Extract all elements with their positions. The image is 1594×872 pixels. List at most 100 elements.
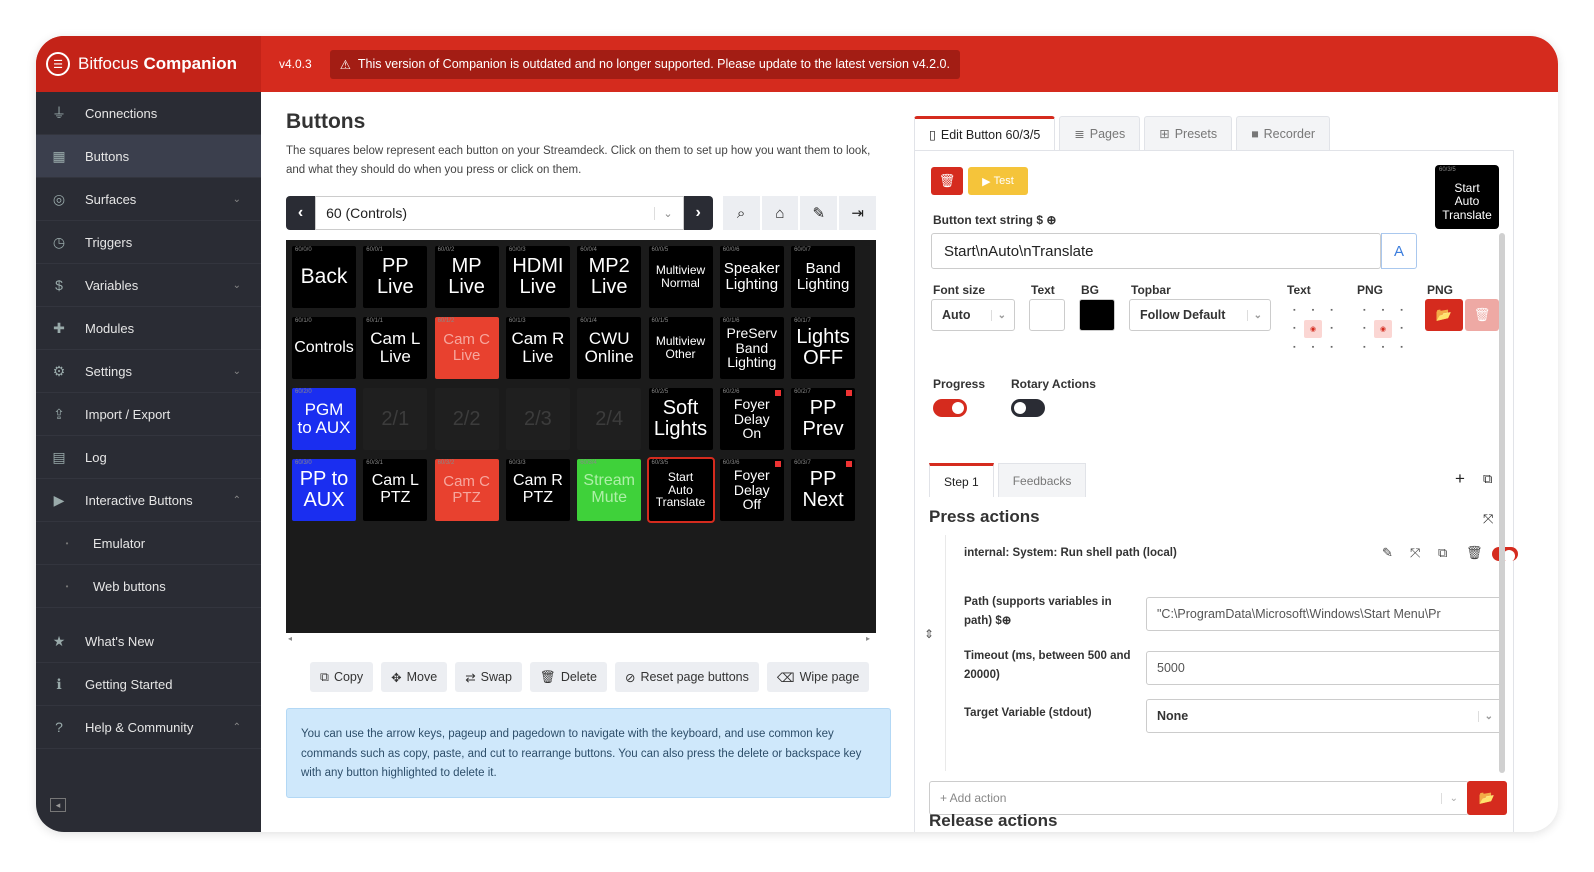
- align-cell[interactable]: ▪: [1322, 338, 1341, 357]
- horizontal-scrollbar[interactable]: ◂ ▸: [286, 634, 876, 644]
- copy-button[interactable]: ⧉ Copy: [310, 662, 374, 692]
- align-cell[interactable]: ◉: [1303, 319, 1323, 339]
- grid-button[interactable]: 60/3/4 Stream Mute: [577, 459, 642, 521]
- tab-step-1[interactable]: Step 1: [929, 463, 994, 497]
- grid-button[interactable]: 60/1/1 Cam L Live: [363, 317, 428, 379]
- align-cell[interactable]: ▪: [1374, 338, 1393, 357]
- move-button[interactable]: ✥ Move: [381, 662, 448, 692]
- delete-button[interactable]: 🗑: [931, 167, 963, 195]
- grid-button[interactable]: 2/2: [434, 388, 499, 450]
- tab-presets[interactable]: ⊞ Presets: [1144, 116, 1233, 150]
- button-text-input[interactable]: Start\nAuto\nTranslate: [931, 233, 1381, 269]
- grid-button[interactable]: 2/3: [505, 388, 570, 450]
- sidebar-item-connections[interactable]: ⏚ Connections: [36, 92, 261, 135]
- align-cell[interactable]: ▪: [1285, 301, 1304, 320]
- align-cell[interactable]: ▪: [1392, 320, 1411, 339]
- grid-button[interactable]: 60/1/0 Controls: [292, 317, 356, 379]
- home-button[interactable]: ⌂: [761, 196, 799, 230]
- align-cell[interactable]: ▪: [1392, 301, 1411, 320]
- align-cell[interactable]: ▪: [1355, 320, 1374, 339]
- topbar-select[interactable]: Follow Default ⌄: [1129, 299, 1271, 331]
- text-alignment-grid[interactable]: ▪ ▪ ▪ ▪ ◉ ▪ ▪ ▪ ▪: [1285, 301, 1341, 357]
- brand[interactable]: ☰ Bitfocus Companion: [36, 36, 261, 92]
- align-cell[interactable]: ▪: [1355, 301, 1374, 320]
- png-upload-button[interactable]: 📂: [1425, 299, 1463, 331]
- grid-button[interactable]: 60/3/3 Cam R PTZ: [505, 459, 570, 521]
- sidebar-item-modules[interactable]: ✚ Modules: [36, 307, 261, 350]
- sidebar-item-import-export[interactable]: ⇪ Import / Export: [36, 393, 261, 436]
- grid-button[interactable]: 60/1/3 Cam R Live: [505, 317, 570, 379]
- sidebar-item-web-buttons[interactable]: • Web buttons: [36, 565, 261, 608]
- sidebar-item-variables[interactable]: $ Variables ⌄: [36, 264, 261, 307]
- align-cell[interactable]: ▪: [1304, 338, 1323, 357]
- tab-recorder[interactable]: ■ Recorder: [1236, 116, 1331, 150]
- align-cell[interactable]: ▪: [1374, 301, 1393, 320]
- grid-button[interactable]: 2/1: [363, 388, 428, 450]
- grid-button[interactable]: 2/4: [577, 388, 642, 450]
- add-action-select[interactable]: + Add action ⌄: [929, 781, 1469, 815]
- edit-page-button[interactable]: ✎: [800, 196, 838, 230]
- grid-button[interactable]: 60/0/5 Multiview Normal: [648, 246, 713, 308]
- grid-button[interactable]: 60/1/2 Cam C Live: [434, 317, 499, 379]
- align-cell[interactable]: ▪: [1392, 338, 1411, 357]
- grid-button[interactable]: 60/0/0 Back: [292, 246, 356, 308]
- grid-button[interactable]: 60/3/6 Foyer Delay Off: [719, 459, 784, 521]
- page-select[interactable]: 60 (Controls) ⌄: [315, 196, 684, 230]
- png-clear-button[interactable]: 🗑: [1465, 299, 1499, 331]
- sidebar-item-interactive-buttons[interactable]: ▶ Interactive Buttons ⌃: [36, 479, 261, 522]
- search-button[interactable]: ⌕: [722, 196, 760, 230]
- wipe-page-button[interactable]: ⌫ Wipe page: [766, 662, 870, 692]
- vertical-scrollbar[interactable]: [1499, 233, 1505, 773]
- trash-icon[interactable]: 🗑: [1466, 545, 1483, 561]
- grid-button[interactable]: 60/1/6 PreServ Band Lighting: [719, 317, 784, 379]
- png-alignment-grid[interactable]: ▪ ▪ ▪ ▪ ◉ ▪ ▪ ▪ ▪: [1355, 301, 1411, 357]
- text-color-picker[interactable]: [1029, 299, 1065, 331]
- align-cell[interactable]: ▪: [1285, 320, 1304, 339]
- duplicate-step-icon[interactable]: ⧉: [1483, 471, 1492, 487]
- sidebar-item-triggers[interactable]: ◷ Triggers: [36, 221, 261, 264]
- action-enabled-toggle[interactable]: [1492, 547, 1518, 562]
- pencil-icon[interactable]: ✎: [1382, 545, 1393, 561]
- grid-button[interactable]: 60/2/0 PGM to AUX: [292, 388, 356, 450]
- add-step-icon[interactable]: +: [1455, 469, 1465, 489]
- grid-button[interactable]: 60/0/6 Speaker Lighting: [719, 246, 784, 308]
- tab-edit-button[interactable]: ▯ Edit Button 60/3/5: [914, 116, 1056, 150]
- sidebar-item-help-community[interactable]: ? Help & Community ⌃: [36, 706, 261, 749]
- grid-button[interactable]: 60/1/4 CWU Online: [577, 317, 642, 379]
- browse-actions-button[interactable]: 📂: [1467, 781, 1507, 815]
- sidebar-item-surfaces[interactable]: ◎ Surfaces ⌄: [36, 178, 261, 221]
- next-page-button[interactable]: ›: [683, 196, 713, 230]
- reset-page-buttons-button[interactable]: ⊘ Reset page buttons: [614, 662, 759, 692]
- grid-button[interactable]: 60/3/5 Start Auto Translate: [646, 457, 715, 523]
- grid-button[interactable]: 60/0/3 HDMI Live: [505, 246, 570, 308]
- expression-toggle-button[interactable]: A: [1381, 233, 1417, 269]
- sidebar-item-buttons[interactable]: ▦ Buttons: [36, 135, 261, 178]
- collapse-all-icon[interactable]: ⤧: [1483, 511, 1493, 527]
- grid-button[interactable]: 60/0/4 MP2 Live: [577, 246, 642, 308]
- grid-button[interactable]: 60/2/7 PP Prev: [791, 388, 856, 450]
- tab-pages[interactable]: ≣ Pages: [1059, 116, 1141, 150]
- sidebar-item-settings[interactable]: ⚙ Settings ⌄: [36, 350, 261, 393]
- tab-feedbacks[interactable]: Feedbacks: [997, 463, 1087, 497]
- swap-button[interactable]: ⇄ Swap: [455, 662, 522, 692]
- rotary-toggle[interactable]: [1011, 399, 1045, 417]
- grid-button[interactable]: 60/1/5 Multiview Other: [648, 317, 713, 379]
- align-cell[interactable]: ▪: [1355, 338, 1374, 357]
- test-button[interactable]: ▶ Test: [968, 167, 1028, 195]
- align-cell[interactable]: ▪: [1322, 320, 1341, 339]
- export-page-button[interactable]: ⇥: [839, 196, 877, 230]
- delete-button[interactable]: 🗑 Delete: [529, 662, 607, 692]
- align-cell[interactable]: ▪: [1304, 301, 1323, 320]
- font-size-select[interactable]: Auto ⌄: [931, 299, 1015, 331]
- bg-color-picker[interactable]: [1079, 299, 1115, 331]
- grid-button[interactable]: 60/3/1 Cam L PTZ: [363, 459, 428, 521]
- align-cell[interactable]: ◉: [1373, 319, 1393, 339]
- collapse-icon[interactable]: ⤧: [1410, 545, 1420, 561]
- grid-button[interactable]: 60/0/7 Band Lighting: [791, 246, 856, 308]
- grid-button[interactable]: 60/0/1 PP Live: [363, 246, 428, 308]
- grid-button[interactable]: 60/1/7 Lights OFF: [791, 317, 856, 379]
- align-cell[interactable]: ▪: [1285, 338, 1304, 357]
- sidebar-item-what-s-new[interactable]: ★ What's New: [36, 620, 261, 663]
- grid-button[interactable]: 60/2/5 Soft Lights: [648, 388, 713, 450]
- drag-handle-icon[interactable]: ⇕: [924, 627, 934, 641]
